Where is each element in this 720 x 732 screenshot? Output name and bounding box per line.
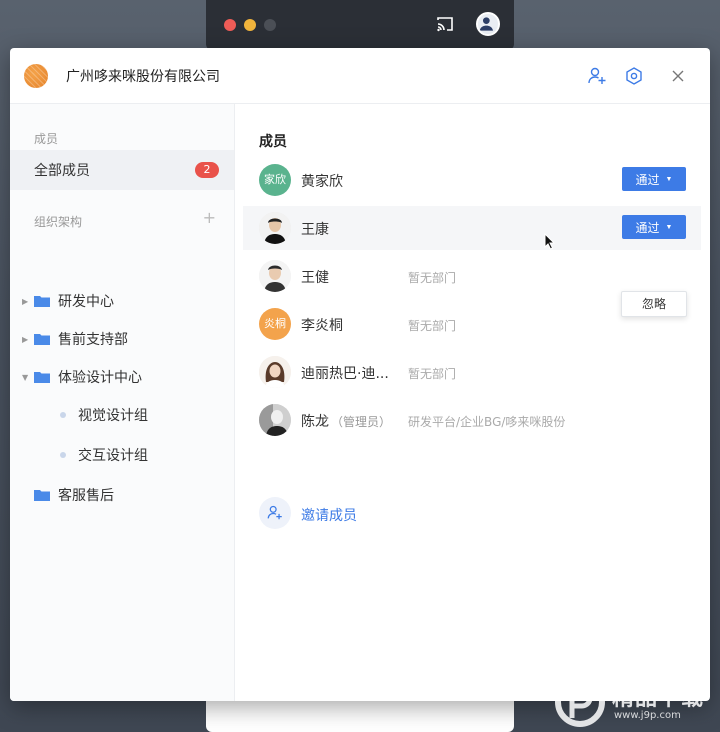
avatar (259, 212, 291, 244)
bullet-dot-icon (60, 412, 66, 418)
avatar (259, 260, 291, 292)
watermark-text: 精品下载 (612, 686, 705, 711)
member-department: 暂无部门 (408, 271, 457, 285)
dropdown-option-ignore[interactable]: 忽略 (621, 291, 687, 317)
member-name: 王康 (301, 222, 329, 238)
background-window-titlebar (206, 0, 514, 50)
tree-item-design-center[interactable]: ▼ 体验设计中心 (10, 365, 142, 389)
caret-right-icon[interactable]: ▶ (22, 335, 30, 344)
avatar: 炎桐 (259, 308, 291, 340)
chevron-down-icon: ▼ (665, 223, 673, 231)
member-name: 王健 (301, 270, 329, 286)
tree-item-label: 售前支持部 (58, 332, 128, 348)
member-row[interactable]: 迪丽热巴·迪... 暂无部门 (243, 350, 701, 394)
sidebar: 成员 全部成员 2 组织架构 + ▶ 研发中心 ▶ 售前支持部 ▼ 体验设计中心… (10, 104, 235, 701)
mouse-pointer-icon (544, 233, 556, 250)
panel-title: 成员 (259, 134, 287, 150)
member-row[interactable]: 陈龙 （管理员） 研发平台/企业BG/哆来咪股份 (243, 398, 701, 442)
invite-member-button[interactable]: 邀请成员 (243, 493, 543, 533)
member-department: 研发平台/企业BG/哆来咪股份 (408, 415, 566, 429)
tree-item-visual-design[interactable]: 视觉设计组 (10, 403, 148, 427)
pending-count-badge: 2 (195, 162, 219, 178)
org-logo (24, 64, 48, 88)
cast-icon[interactable] (436, 15, 454, 33)
avatar: 家欣 (259, 164, 291, 196)
member-row[interactable]: 王康 通过 ▼ (243, 206, 701, 250)
close-window-button[interactable] (224, 19, 236, 31)
tree-item-rd-center[interactable]: ▶ 研发中心 (10, 289, 114, 313)
watermark-url: www.j9p.com (614, 710, 681, 721)
folder-icon (34, 490, 50, 501)
invite-member-label: 邀请成员 (301, 508, 357, 524)
tree-item-customer-service[interactable]: 客服售后 (10, 483, 114, 507)
avatar (259, 356, 291, 388)
zoom-window-button[interactable] (264, 19, 276, 31)
member-name: 李炎桐 (301, 318, 343, 334)
caret-right-icon[interactable]: ▶ (22, 297, 30, 306)
tree-item-interaction-design[interactable]: 交互设计组 (10, 443, 148, 467)
caret-down-icon[interactable]: ▼ (22, 373, 30, 382)
tree-item-label: 体验设计中心 (58, 370, 142, 386)
tree-item-label: 研发中心 (58, 294, 114, 310)
members-panel: 成员 家欣 黄家欣 通过 ▼ 王康 通过 ▼ 王健 暂无部门 炎桐 李炎桐 暂无… (235, 104, 710, 701)
add-department-icon[interactable]: + (203, 210, 216, 226)
tree-item-presales[interactable]: ▶ 售前支持部 (10, 327, 128, 351)
watermark-logo-icon (555, 677, 605, 727)
watermark: 精品下载 www.j9p.com (552, 672, 720, 732)
folder-icon (34, 334, 50, 345)
settings-icon[interactable] (624, 66, 644, 86)
avatar (259, 404, 291, 436)
add-user-icon[interactable] (587, 66, 607, 86)
members-section-title: 成员 (34, 132, 59, 146)
member-row[interactable]: 家欣 黄家欣 通过 ▼ (243, 158, 701, 202)
member-name: 迪丽热巴·迪... (301, 366, 389, 382)
sidebar-item-all-members[interactable]: 全部成员 2 (10, 150, 234, 190)
approve-button[interactable]: 通过 ▼ (622, 167, 686, 191)
org-name: 广州哆来咪股份有限公司 (66, 69, 220, 85)
user-avatar[interactable] (476, 12, 500, 36)
approve-label: 通过 (635, 220, 660, 235)
all-members-label: 全部成员 (34, 163, 90, 179)
approve-label: 通过 (635, 172, 660, 187)
chevron-down-icon: ▼ (665, 175, 673, 183)
member-department: 暂无部门 (408, 367, 457, 381)
folder-icon (34, 296, 50, 307)
tree-item-label: 客服售后 (58, 488, 114, 504)
members-dialog: 广州哆来咪股份有限公司 成员 全部成员 2 组织架构 + ▶ 研发中心 ▶ 售前… (10, 48, 710, 701)
org-section-title: 组织架构 (34, 215, 83, 229)
folder-icon (34, 372, 50, 383)
tree-item-label: 交互设计组 (78, 448, 148, 464)
member-name: 黄家欣 (301, 174, 343, 190)
bullet-dot-icon (60, 452, 66, 458)
member-name: 陈龙 （管理员） (301, 414, 392, 430)
dialog-header: 广州哆来咪股份有限公司 (10, 48, 710, 104)
background-window-bottom (206, 700, 514, 732)
tree-item-label: 视觉设计组 (78, 408, 148, 424)
approve-button[interactable]: 通过 ▼ (622, 215, 686, 239)
minimize-window-button[interactable] (244, 19, 256, 31)
member-role: （管理员） (331, 415, 392, 429)
member-department: 暂无部门 (408, 319, 457, 333)
invite-user-icon (259, 497, 291, 529)
close-icon[interactable] (668, 66, 688, 86)
